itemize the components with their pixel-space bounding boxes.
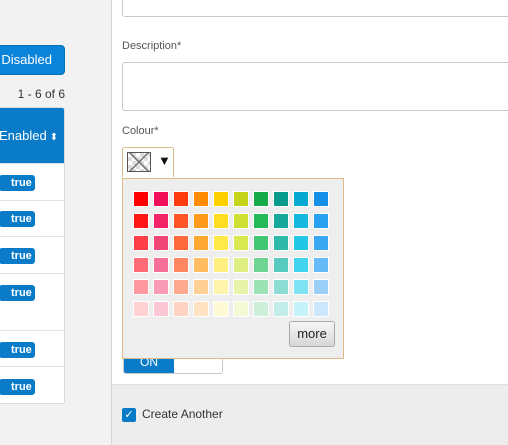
enabled-column-header[interactable]: Enabled ⬍ [0,108,64,163]
colour-swatch[interactable] [213,235,229,251]
colour-swatch[interactable] [233,191,249,207]
colour-swatch[interactable] [153,257,169,273]
colour-swatch[interactable] [193,191,209,207]
colour-swatch[interactable] [293,191,309,207]
form-footer: ✓ Create Another [112,384,508,445]
colour-swatch[interactable] [173,213,189,229]
table-row[interactable]: true [0,273,64,330]
colour-swatch[interactable] [273,191,289,207]
enabled-status-badge: true [0,342,35,358]
colour-swatch[interactable] [273,257,289,273]
colour-swatch[interactable] [253,213,269,229]
colour-swatch[interactable] [233,279,249,295]
colour-swatch[interactable] [293,301,309,317]
table-row[interactable]: true [0,163,64,200]
colour-swatch[interactable] [153,235,169,251]
colour-swatch[interactable] [133,279,149,295]
colour-swatch[interactable] [293,235,309,251]
colour-swatch[interactable] [173,191,189,207]
colour-swatch[interactable] [133,257,149,273]
colour-swatch[interactable] [173,301,189,317]
enabled-status-badge: true [0,285,35,301]
colour-swatch[interactable] [193,235,209,251]
results-table: Enabled ⬍ true true true true true true [0,107,65,404]
colour-label: Colour* [122,125,159,137]
name-field[interactable] [122,0,508,17]
colour-swatch[interactable] [253,191,269,207]
colour-swatch[interactable] [273,235,289,251]
colour-swatch[interactable] [313,279,329,295]
colour-swatch[interactable] [253,257,269,273]
left-panel: Disabled 1 - 6 of 6 Enabled ⬍ true true tru… [0,0,112,445]
colour-swatch[interactable] [193,301,209,317]
colour-swatch[interactable] [313,235,329,251]
colour-swatch[interactable] [133,213,149,229]
colour-swatch[interactable] [213,213,229,229]
colour-swatch[interactable] [193,279,209,295]
colour-swatch[interactable] [153,191,169,207]
colour-swatch[interactable] [233,235,249,251]
enabled-status-badge: true [0,379,35,395]
colour-swatch[interactable] [313,213,329,229]
more-colours-button[interactable]: more [289,321,335,347]
enabled-header-label: Enabled [0,128,47,143]
colour-swatch[interactable] [153,279,169,295]
no-colour-icon [127,152,151,172]
colour-swatch[interactable] [233,257,249,273]
table-row[interactable]: true [0,366,64,403]
description-field[interactable] [122,62,508,111]
colour-swatch[interactable] [253,235,269,251]
pagination-summary: 1 - 6 of 6 [17,87,65,101]
colour-swatch[interactable] [233,301,249,317]
colour-swatch[interactable] [273,279,289,295]
caret-down-icon: ▼ [158,153,171,168]
colour-swatch[interactable] [313,257,329,273]
colour-swatch[interactable] [233,213,249,229]
colour-swatch[interactable] [273,301,289,317]
colour-palette-popup: more [122,178,344,359]
colour-swatch[interactable] [133,191,149,207]
colour-swatch[interactable] [313,191,329,207]
table-row[interactable]: true [0,236,64,273]
colour-swatch[interactable] [153,301,169,317]
enabled-status-badge: true [0,211,35,227]
colour-swatch[interactable] [213,301,229,317]
table-row[interactable]: true [0,200,64,236]
disabled-filter-button[interactable]: Disabled [0,45,65,75]
create-another-checkbox[interactable]: ✓ [122,408,136,422]
colour-swatch[interactable] [173,235,189,251]
create-another-label: Create Another [142,407,223,421]
colour-swatch[interactable] [253,279,269,295]
colour-swatch[interactable] [273,213,289,229]
enabled-status-badge: true [0,248,35,264]
colour-picker-button[interactable]: ▼ [122,147,174,177]
check-icon: ✓ [124,409,134,421]
colour-swatch[interactable] [153,213,169,229]
colour-swatch[interactable] [173,279,189,295]
sort-icon[interactable]: ⬍ [50,132,58,143]
colour-swatch[interactable] [213,279,229,295]
colour-swatch[interactable] [173,257,189,273]
colour-swatch[interactable] [293,257,309,273]
table-row[interactable]: true [0,330,64,366]
colour-swatch[interactable] [193,213,209,229]
colour-swatch[interactable] [133,235,149,251]
colour-swatch[interactable] [193,257,209,273]
colour-swatch[interactable] [253,301,269,317]
colour-swatch[interactable] [293,279,309,295]
description-label: Description* [122,40,182,52]
colour-swatch[interactable] [213,191,229,207]
colour-swatch[interactable] [313,301,329,317]
colour-swatch[interactable] [133,301,149,317]
colour-swatch[interactable] [213,257,229,273]
colour-swatch[interactable] [293,213,309,229]
enabled-status-badge: true [0,175,35,191]
